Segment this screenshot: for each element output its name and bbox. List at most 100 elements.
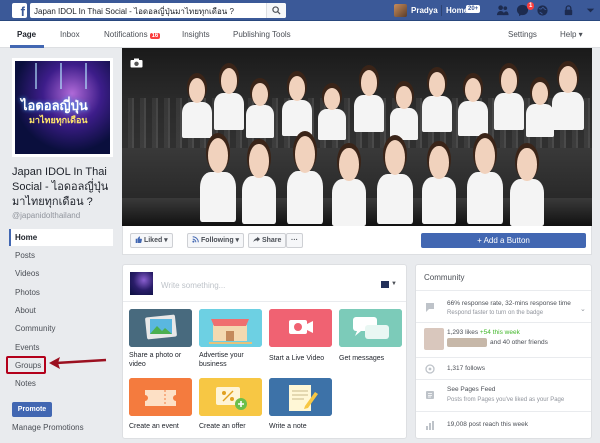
search-input[interactable]: Japan IDOL In Thai Social - ไอดอลญี่ปุ่น…: [30, 3, 286, 18]
stage-light: [35, 63, 37, 89]
idol-figure: [242, 144, 276, 224]
stage-light: [60, 63, 62, 89]
globe-notifications-icon[interactable]: [536, 4, 549, 17]
user-name-link[interactable]: Pradya: [411, 6, 438, 15]
idol-shirt: [318, 108, 346, 140]
idol-figure: [182, 78, 212, 138]
account-menu-arrow-icon[interactable]: [584, 4, 597, 17]
nav-item-notes[interactable]: Notes: [15, 379, 36, 388]
pages-feed-subtext: Posts from Pages you've liked as your Pa…: [447, 397, 565, 403]
write-note-tile[interactable]: [269, 378, 332, 416]
share-photo-video-tile[interactable]: [129, 309, 192, 347]
thumbs-up-icon: [135, 236, 142, 243]
facebook-logo-icon[interactable]: f: [12, 3, 27, 18]
help-lock-icon[interactable]: [562, 4, 575, 17]
nav-item-posts[interactable]: Posts: [15, 251, 35, 260]
chevron-down-icon[interactable]: ▼: [391, 281, 397, 287]
response-rate-subtext[interactable]: Respond faster to turn on the badge: [447, 310, 543, 316]
create-offer-tile[interactable]: [199, 378, 262, 416]
home-link[interactable]: Home: [446, 6, 468, 15]
manage-promotions-link[interactable]: Manage Promotions: [12, 423, 84, 432]
idol-head: [220, 68, 238, 95]
tab-insights[interactable]: Insights: [182, 30, 210, 39]
idol-head: [288, 76, 306, 102]
idol-head: [339, 148, 359, 181]
idol-figure: [390, 86, 418, 140]
nav-item-about[interactable]: About: [15, 306, 36, 315]
tab-settings[interactable]: Settings: [508, 30, 537, 39]
shop-icon: [199, 309, 262, 347]
pages-feed-link[interactable]: See Pages Feed: [447, 386, 495, 393]
following-label: Following ▾: [200, 237, 240, 244]
idol-head: [188, 78, 206, 104]
rss-follow-icon: [192, 236, 199, 243]
idol-figure: [458, 78, 488, 136]
idol-shirt: [182, 102, 212, 138]
tab-inbox[interactable]: Inbox: [60, 30, 80, 39]
nav-item-home[interactable]: Home: [15, 233, 37, 242]
nav-item-videos[interactable]: Videos: [15, 269, 39, 278]
tab-help[interactable]: Help ▾: [560, 30, 583, 39]
nav-item-community[interactable]: Community: [15, 324, 55, 333]
idol-shirt: [377, 173, 413, 224]
page-selector-icon[interactable]: [381, 281, 389, 288]
idol-head: [464, 78, 482, 103]
response-rate-text: 66% response rate, 32-mins response time: [447, 300, 571, 307]
start-live-video-tile[interactable]: [269, 309, 332, 347]
page-title[interactable]: Japan IDOL In Thai Social - ไอดอลญี่ปุ่น…: [12, 165, 120, 210]
idol-shirt: [390, 107, 418, 140]
friend-avatar[interactable]: [424, 328, 444, 350]
post-reach-text: 19,008 post reach this week: [447, 421, 528, 428]
share-button[interactable]: Share: [248, 233, 287, 248]
idol-shirt: [287, 171, 323, 224]
idol-head: [559, 66, 577, 93]
get-messages-tile[interactable]: [339, 309, 402, 347]
friend-names-blurred[interactable]: [447, 338, 487, 347]
camera-icon[interactable]: [130, 58, 143, 68]
response-rate-icon: [426, 303, 434, 312]
page-handle[interactable]: @japanidolthailand: [12, 211, 80, 220]
idol-figure: [422, 146, 456, 224]
add-a-button-button[interactable]: + Add a Button: [421, 233, 586, 248]
friends-like-text[interactable]: and 40 other friends: [490, 339, 548, 346]
idol-figure: [282, 76, 312, 136]
create-event-tile[interactable]: [129, 378, 192, 416]
home-count-badge: 20+: [466, 5, 481, 13]
liked-button[interactable]: Liked ▾: [130, 233, 173, 248]
cover-photo[interactable]: [122, 48, 592, 226]
share-label: Share: [261, 237, 282, 244]
tab-notifications[interactable]: Notifications 16: [104, 30, 161, 39]
tab-publishing-tools[interactable]: Publishing Tools: [233, 30, 291, 39]
idol-shirt: [282, 100, 312, 136]
more-options-button[interactable]: ···: [286, 233, 303, 248]
idol-shirt: [422, 177, 456, 224]
page-profile-picture[interactable]: ไอดอลญี่ปุ่น มาไทยทุกเดือน: [12, 58, 113, 157]
divider: [123, 301, 406, 302]
likes-total: 1,293 likes: [447, 329, 479, 336]
friend-requests-icon[interactable]: [496, 4, 509, 17]
promote-button[interactable]: Promote: [12, 402, 52, 417]
page-action-bar: Liked ▾ Following ▾ Share ··· + Add a Bu…: [122, 226, 592, 255]
annotation-arrow-icon: [49, 357, 107, 369]
top-navigation-bar: f Japan IDOL In Thai Social - ไอดอลญี่ปุ…: [0, 0, 600, 21]
search-button[interactable]: [266, 3, 286, 18]
tile-label: Share a photo or video: [129, 352, 182, 368]
nav-item-events[interactable]: Events: [15, 343, 39, 352]
idol-figure: [526, 82, 554, 137]
idol-figure: [246, 83, 274, 138]
write-something-input[interactable]: Write something...: [161, 281, 225, 290]
stage-light: [85, 63, 87, 89]
chevron-down-icon[interactable]: ⌄: [580, 305, 586, 313]
divider: [441, 5, 442, 16]
user-avatar[interactable]: [394, 4, 407, 17]
tile-label: Get messages: [339, 355, 385, 362]
message-bubbles-icon: [339, 309, 402, 347]
divider: [416, 357, 591, 358]
following-button[interactable]: Following ▾: [187, 233, 245, 248]
advertise-business-tile[interactable]: [199, 309, 262, 347]
idol-head: [207, 138, 229, 174]
nav-item-photos[interactable]: Photos: [15, 288, 40, 297]
idol-figure: [214, 68, 244, 130]
idol-shirt: [242, 176, 276, 224]
tab-page[interactable]: Page: [17, 30, 36, 39]
